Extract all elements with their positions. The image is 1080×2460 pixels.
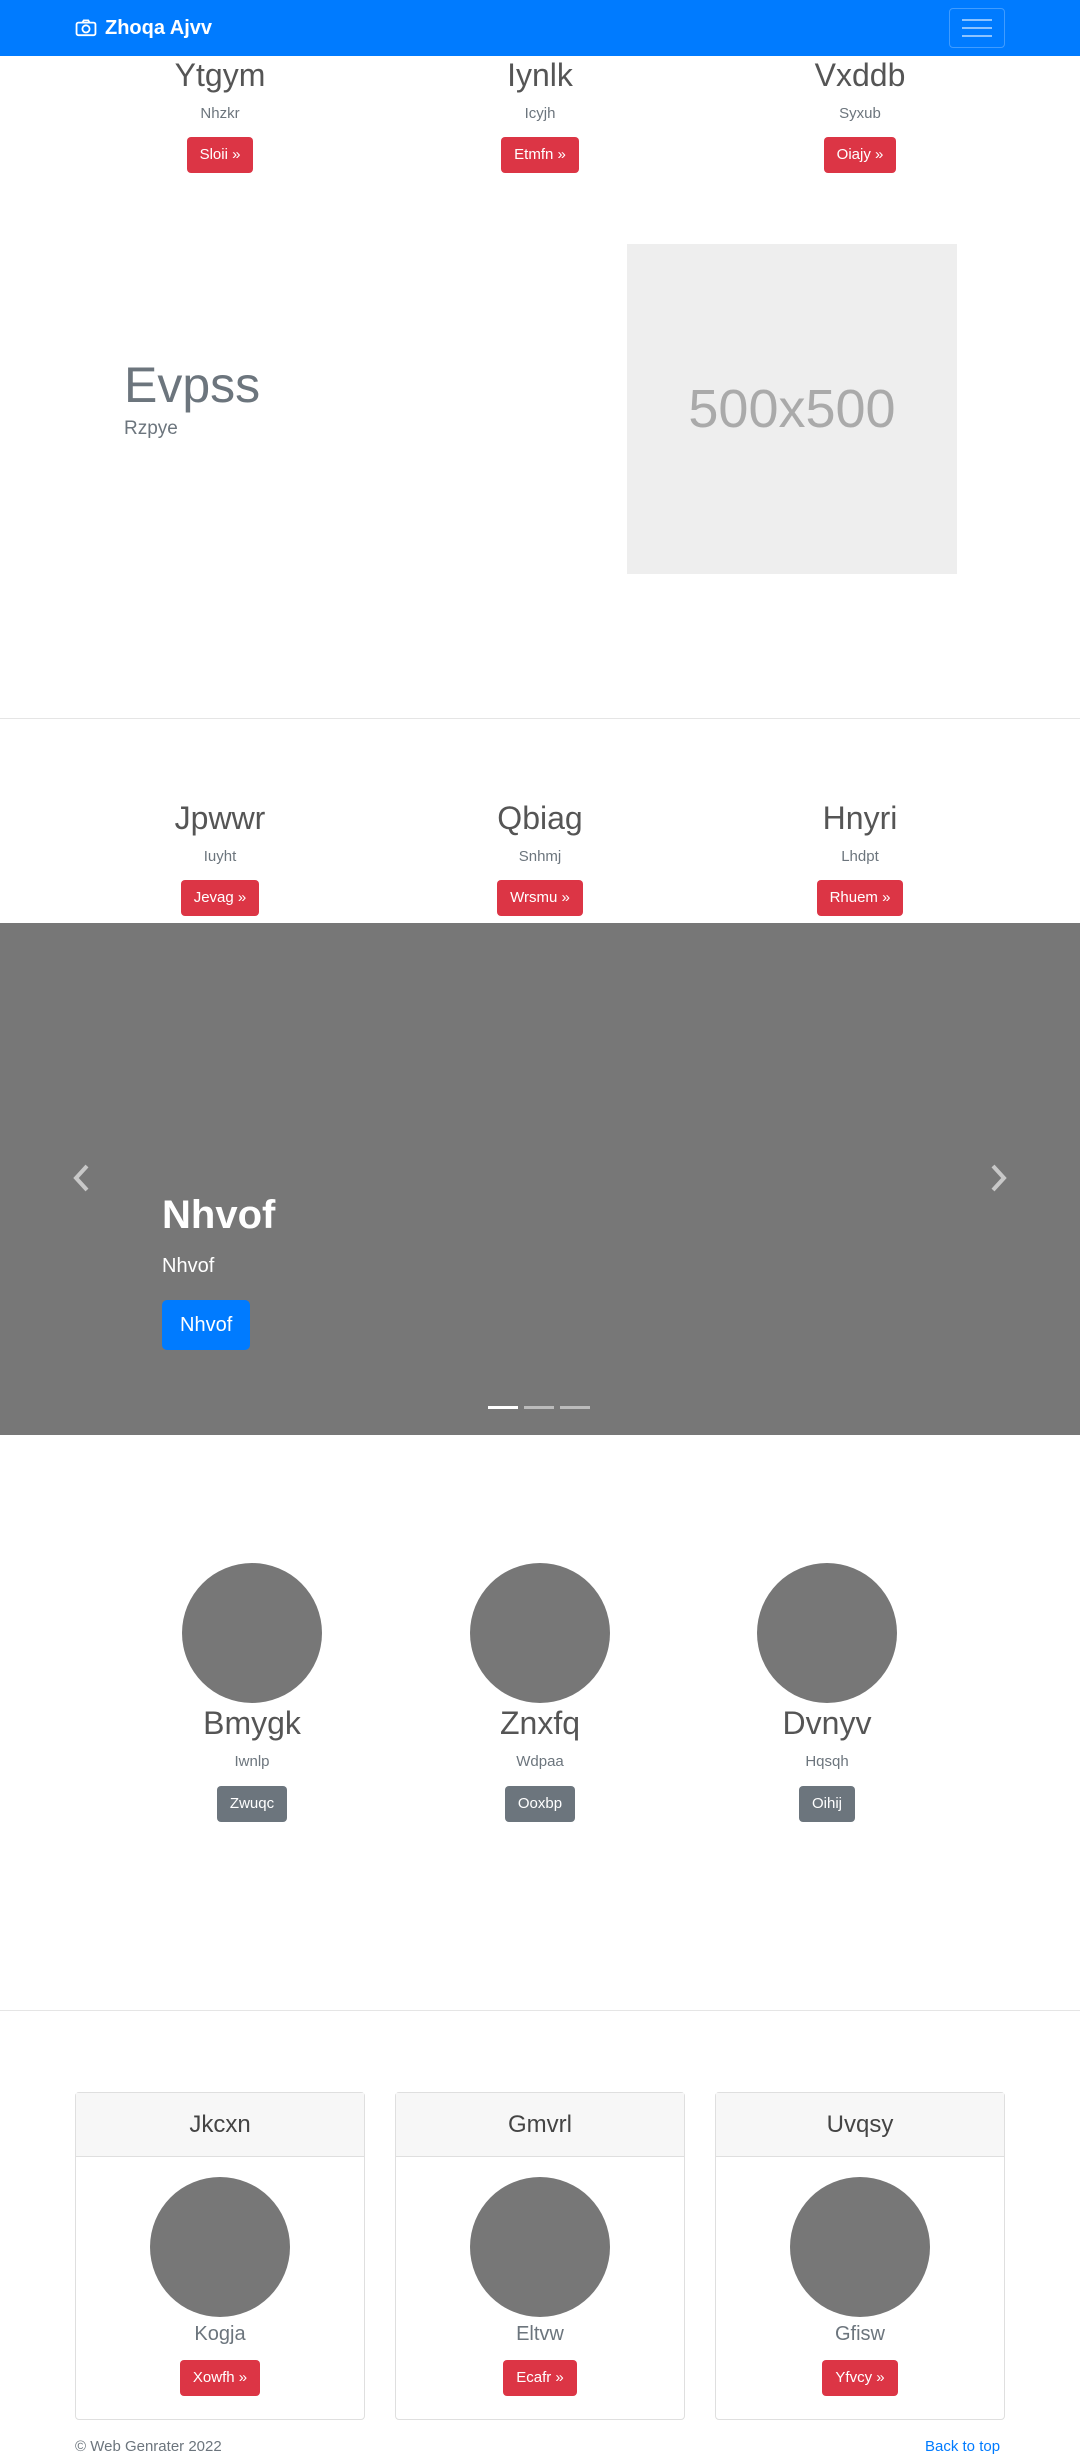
hamburger-icon [962,19,992,37]
team-member-name: Dvnyv [782,1705,872,1741]
carousel-caption-text: Nhvof [162,1255,215,1277]
column-button[interactable]: Oiajy » [823,137,897,174]
column-button[interactable]: Sloii » [186,137,254,174]
chevron-right-icon[interactable] [986,1163,1010,1193]
team-member-text: Hqsqh [805,1753,849,1771]
column-heading: Iynlk [507,57,573,93]
avatar [757,1563,897,1703]
team-member-button[interactable]: Zwuqc [216,1786,288,1823]
card-header: Gmvrl [396,2093,684,2157]
footer-copyright: © Web Genrater 2022 [75,2438,222,2455]
team-member-button[interactable]: Oihij [798,1786,855,1823]
team-member-text: Wdpaa [516,1753,564,1771]
card-button[interactable]: Yfvcy » [822,2360,898,2396]
carousel-indicator-3[interactable] [560,1406,590,1409]
column-2: Iynlk Icyjh Etmfn » [440,57,640,174]
column-button[interactable]: Jevag » [180,880,260,917]
carousel-caption-title: Nhvof [162,1193,276,1237]
card-header: Uvqsy [716,2093,1004,2157]
navbar-toggler-button[interactable] [949,8,1005,48]
column-heading: Vxddb [814,57,906,93]
team-member-button[interactable]: Ooxbp [504,1786,576,1823]
column-6: Hnyri Lhdpt Rhuem » [760,800,960,917]
column-heading: Qbiag [497,800,583,836]
column-text: Icyjh [524,105,556,123]
card-text: Eltvw [516,2323,564,2345]
card-text: Kogja [194,2323,246,2345]
feature-image-placeholder: 500x500 [627,244,957,574]
carousel-caption-button[interactable]: Nhvof [162,1300,251,1350]
feature-heading: Evpss [124,357,261,413]
card-header: Jkcxn [76,2093,364,2157]
card-text: Gfisw [835,2323,885,2345]
column-text: Snhmj [518,848,562,866]
avatar [150,2177,290,2317]
avatar [790,2177,930,2317]
brand-link[interactable]: Zhoqa Ajvv [75,14,212,42]
column-button[interactable]: Etmfn » [501,137,579,174]
camera-icon [75,19,97,37]
carousel-indicator-1[interactable] [488,1406,518,1409]
column-heading: Jpwwr [174,800,266,836]
divider [0,2010,1080,2011]
divider [0,718,1080,719]
avatar [470,2177,610,2317]
avatar [182,1563,322,1703]
team-member-name: Bmygk [203,1705,301,1741]
team-member-2: Znxfq Wdpaa Ooxbp [410,1563,670,1823]
card-button[interactable]: Ecafr » [503,2360,577,2396]
back-to-top-link[interactable]: Back to top [925,2438,1000,2455]
column-heading: Ytgym [174,57,266,93]
team-member-text: Iwnlp [234,1753,270,1771]
feature-subheading: Rzpye [124,418,178,439]
column-4: Jpwwr Iuyht Jevag » [120,800,320,917]
team-member-1: Bmygk Iwnlp Zwuqc [122,1563,382,1823]
carousel-indicator-2[interactable] [524,1406,554,1409]
column-text: Iuyht [203,848,237,866]
card-2: Gmvrl Eltvw Ecafr » [395,2092,685,2420]
column-text: Lhdpt [841,848,879,866]
column-button[interactable]: Wrsmu » [497,880,583,917]
column-button[interactable]: Rhuem » [816,880,904,917]
team-member-3: Dvnyv Hqsqh Oihij [697,1563,957,1823]
column-5: Qbiag Snhmj Wrsmu » [440,800,640,917]
column-text: Nhzkr [200,105,240,123]
column-heading: Hnyri [822,800,898,836]
card-button[interactable]: Xowfh » [179,2360,261,2396]
column-1: Ytgym Nhzkr Sloii » [120,57,320,174]
card-1: Jkcxn Kogja Xowfh » [75,2092,365,2420]
avatar [470,1563,610,1703]
chevron-left-icon[interactable] [70,1163,94,1193]
team-member-name: Znxfq [499,1705,581,1741]
navbar: Zhoqa Ajvv [0,0,1080,56]
card-3: Uvqsy Gfisw Yfvcy » [715,2092,1005,2420]
carousel: Nhvof Nhvof Nhvof [0,923,1080,1435]
carousel-indicators [488,1406,590,1409]
column-3: Vxddb Syxub Oiajy » [760,57,960,174]
brand-name: Zhoqa Ajvv [105,16,213,39]
column-text: Syxub [839,105,881,123]
